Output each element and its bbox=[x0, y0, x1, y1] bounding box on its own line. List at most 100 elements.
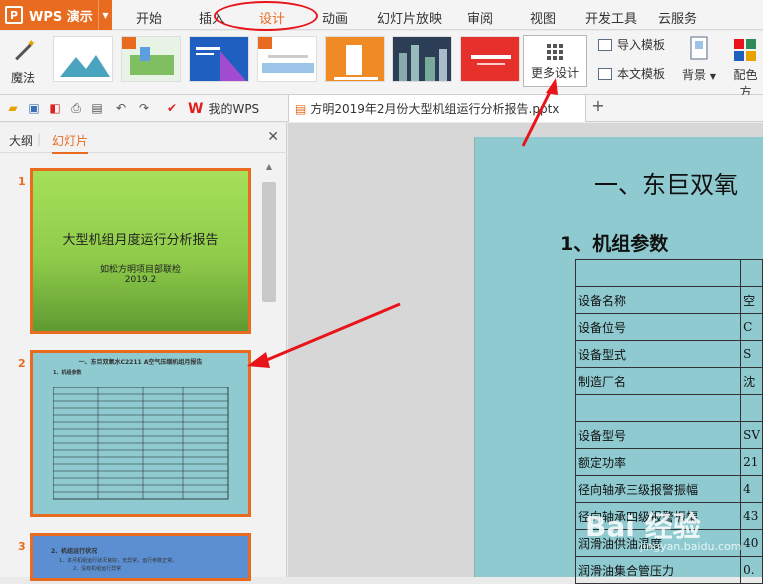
more-design-label: 更多设计 bbox=[530, 66, 579, 80]
slide2-title: 一、东巨双氧水C2211 A空气压缩机组月报告 bbox=[78, 359, 203, 366]
template-thumbnail-red[interactable] bbox=[460, 36, 520, 82]
menu-slideshow[interactable]: 幻灯片放映 bbox=[377, 8, 442, 27]
template-thumbnail-city[interactable] bbox=[121, 36, 181, 82]
tab-outline[interactable]: 大纲 bbox=[9, 132, 33, 149]
table-cell-value: 4 bbox=[740, 475, 763, 503]
table-row: 润滑油集合管压力 0. bbox=[574, 556, 763, 584]
slide1-title: 大型机组月度运行分析报告 bbox=[62, 233, 219, 248]
palette-icon bbox=[733, 39, 756, 61]
panel-scrollbar[interactable]: ▲ bbox=[261, 160, 277, 577]
tab-document-label: 方明2019年2月份大型机组运行分析报告.pptx bbox=[310, 102, 560, 116]
table-row bbox=[574, 259, 763, 287]
main-slide-title[interactable]: 一、东巨双氧 bbox=[594, 165, 738, 200]
watermark-url: jingyan.baidu.com bbox=[640, 540, 742, 553]
highlight-ring-annotation bbox=[214, 1, 318, 31]
table-cell-value: 43 bbox=[740, 502, 763, 530]
import-template-label: 导入模板 bbox=[617, 38, 666, 52]
template-thumbnail-skyline[interactable] bbox=[392, 36, 452, 82]
print-icon[interactable]: ⎙ bbox=[69, 101, 83, 115]
table-cell-value: 40 bbox=[740, 529, 763, 557]
tab-slides[interactable]: 幻灯片 bbox=[52, 132, 89, 154]
table-row: 设备型式 S bbox=[574, 340, 763, 368]
import-template-icon bbox=[598, 38, 612, 51]
menu-developer[interactable]: 开发工具 bbox=[585, 8, 637, 27]
app-name: WPS 演示 bbox=[29, 9, 93, 25]
slide3-line-1: 1、本月机组运行状况良好，无异常，运行参数正常。 bbox=[59, 558, 178, 564]
watermark-text: Bai 经验 bbox=[585, 510, 701, 543]
table-cell-label: 额定功率 bbox=[574, 448, 742, 476]
undo-icon[interactable]: ↶ bbox=[114, 101, 128, 115]
table-cell-value: SV bbox=[740, 421, 763, 449]
table-row: 设备名称空 bbox=[574, 286, 763, 314]
table-cell-label: 设备型式 bbox=[574, 340, 742, 368]
scrollbar-thumb[interactable] bbox=[262, 182, 276, 302]
template-thumbnail-mountains[interactable] bbox=[53, 36, 113, 82]
grid-icon bbox=[547, 44, 563, 60]
pptx-file-icon: ▤ bbox=[295, 101, 307, 116]
text-template-icon bbox=[598, 67, 612, 80]
quick-access-and-tabs: ▰ ▣ ◧ ⎙ ▤ ↶ ↷ ✔ W 我的WPS ▤ 方明2019年2月份大型机组… bbox=[0, 95, 763, 122]
table-cell-label bbox=[574, 394, 742, 422]
menu-animation[interactable]: 动画 bbox=[322, 8, 348, 27]
export-pdf-icon[interactable]: ◧ bbox=[48, 101, 62, 115]
chevron-down-icon: ▼ bbox=[709, 72, 716, 81]
panel-tabs: 大纲 | 幻灯片 ✕ bbox=[0, 123, 287, 154]
close-icon[interactable]: ✕ bbox=[267, 129, 279, 145]
table-cell-label: 制造厂名 bbox=[574, 367, 742, 395]
import-template-button[interactable]: 导入模板 bbox=[598, 36, 665, 53]
tab-my-wps[interactable]: W 我的WPS bbox=[188, 95, 267, 122]
tab-my-wps-label: 我的WPS bbox=[208, 102, 260, 116]
table-cell-value: 空 bbox=[740, 286, 763, 314]
save-icon[interactable]: ▣ bbox=[27, 101, 41, 115]
table-cell-value: 0. bbox=[740, 556, 763, 584]
color-scheme-button[interactable]: 配色方 bbox=[728, 35, 763, 100]
slide-thumbnail-3[interactable]: 2、机组运行状况 1、本月机组运行状况良好，无异常，运行参数正常。 2、没有机组… bbox=[30, 533, 251, 581]
print-preview-icon[interactable]: ▤ bbox=[90, 101, 104, 115]
menu-view[interactable]: 视图 bbox=[530, 8, 556, 27]
more-design-button[interactable]: 更多设计 bbox=[523, 35, 587, 87]
text-template-button[interactable]: 本文模板 bbox=[598, 65, 665, 82]
open-folder-icon[interactable]: ▰ bbox=[6, 101, 20, 115]
background-icon bbox=[690, 36, 708, 60]
magic-button[interactable]: ✦ 魔法 bbox=[6, 35, 40, 91]
magic-label: 魔法 bbox=[10, 71, 35, 85]
magic-wand-icon: ✦ bbox=[9, 37, 37, 65]
template-thumbnail-graduation[interactable] bbox=[189, 36, 249, 82]
redo-icon[interactable]: ↷ bbox=[137, 101, 151, 115]
main-slide-section[interactable]: 1、机组参数 bbox=[560, 229, 668, 256]
menu-review[interactable]: 审阅 bbox=[467, 8, 493, 27]
table-row bbox=[574, 394, 763, 422]
wps-w-icon: W bbox=[188, 100, 204, 117]
slide3-line-2: 2、没有机组运行异常 bbox=[73, 566, 122, 572]
template-thumbnail-plain[interactable] bbox=[257, 36, 317, 82]
table-row: 额定功率 21 bbox=[574, 448, 763, 476]
slide-thumbnail-2[interactable]: 一、东巨双氧水C2211 A空气压缩机组月报告 1、机组参数 bbox=[30, 350, 251, 517]
scroll-up-arrow-icon[interactable]: ▲ bbox=[261, 160, 277, 174]
wps-logo-icon: P bbox=[5, 6, 23, 24]
table-cell-label bbox=[574, 259, 742, 287]
new-tab-plus-icon[interactable]: + bbox=[591, 98, 605, 114]
text-template-label: 本文模板 bbox=[617, 67, 666, 81]
slide-number-3: 3 bbox=[18, 540, 26, 553]
app-menu-button[interactable]: P WPS 演示 ▼ bbox=[0, 0, 112, 30]
slide-number-2: 2 bbox=[18, 357, 26, 370]
slide1-date: 2019.2 bbox=[124, 275, 157, 285]
slide1-subtitle: 如松方明项目部联检 bbox=[99, 265, 181, 275]
table-cell-value bbox=[740, 259, 763, 287]
slide-thumbnail-1[interactable]: 大型机组月度运行分析报告 如松方明项目部联检 2019.2 bbox=[30, 168, 251, 334]
table-cell-label: 设备名称 bbox=[574, 286, 742, 314]
chevron-down-icon[interactable]: ▼ bbox=[98, 0, 112, 30]
customize-toolbar-icon[interactable]: ✔ bbox=[165, 101, 179, 115]
table-cell-label: 润滑油集合管压力 bbox=[574, 556, 742, 584]
background-button[interactable]: 背景 ▼ bbox=[682, 35, 716, 83]
menu-start[interactable]: 开始 bbox=[136, 8, 162, 27]
tab-document[interactable]: ▤ 方明2019年2月份大型机组运行分析报告.pptx bbox=[288, 95, 586, 122]
design-ribbon: ✦ 魔法 更多设计 导入模板 本文模板 背景 ▼ 配色方 bbox=[0, 31, 763, 99]
table-row: 制造厂名沈 bbox=[574, 367, 763, 395]
template-thumbnail-phone[interactable] bbox=[325, 36, 385, 82]
table-cell-value: 21 bbox=[740, 448, 763, 476]
slide2-section: 1、机组参数 bbox=[53, 370, 82, 376]
menu-cloud[interactable]: 云服务 bbox=[658, 8, 697, 27]
table-row: 径向轴承三级报警振幅 4 bbox=[574, 475, 763, 503]
tab-separator: | bbox=[37, 132, 42, 146]
